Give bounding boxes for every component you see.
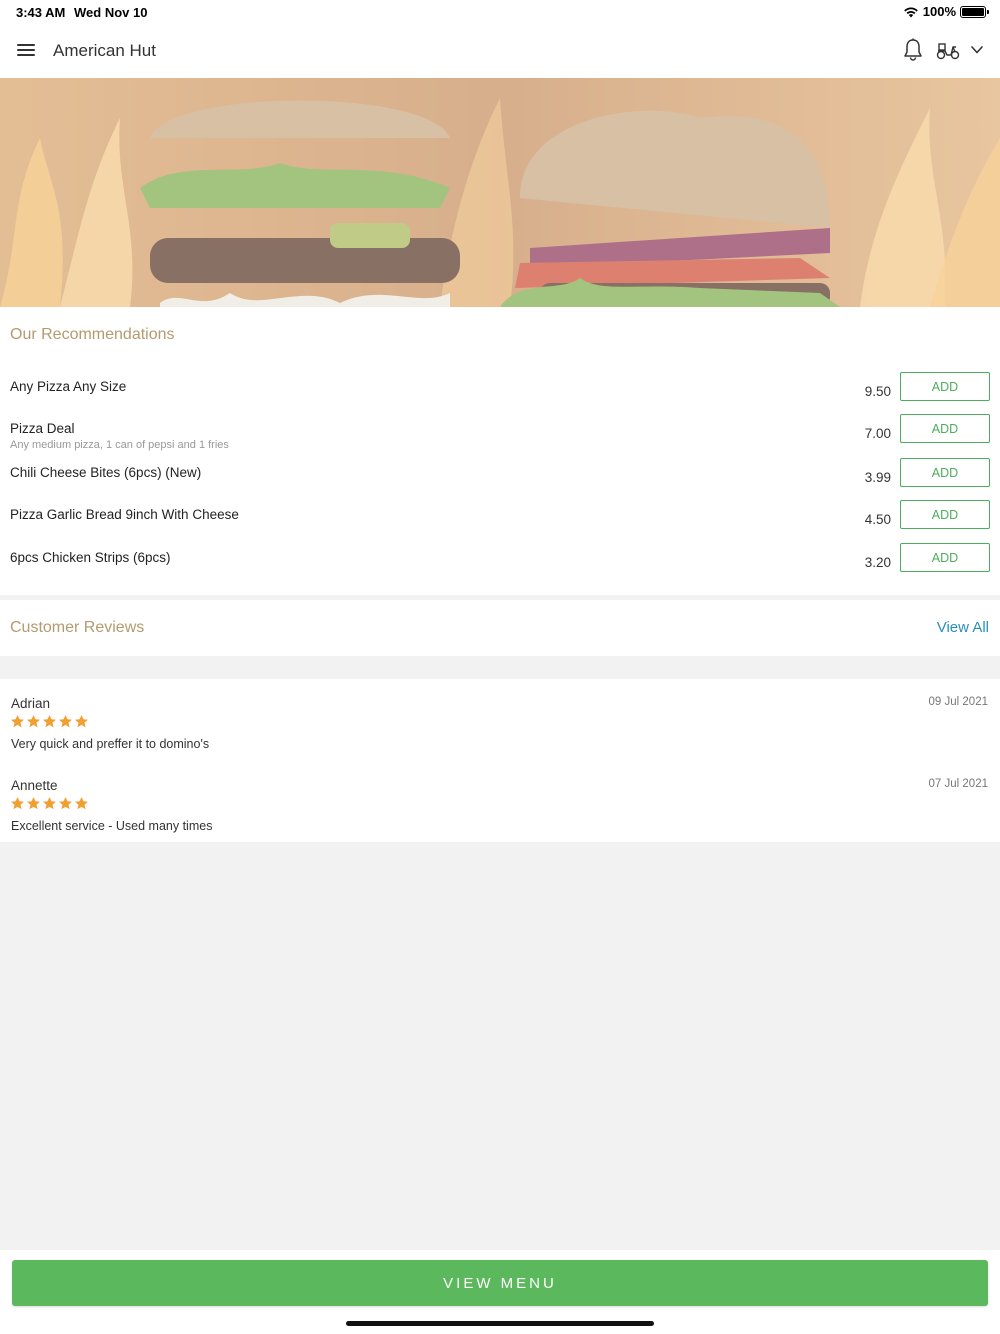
chevron-down-icon[interactable] [968,42,986,58]
item-name: Pizza Deal [10,421,75,436]
app-header: American Hut [0,24,1000,78]
review-date: 07 Jul 2021 [928,778,988,790]
add-button[interactable]: ADD [900,458,990,487]
view-all-link[interactable]: View All [937,619,989,636]
review-item: Adrian 09 Jul 2021 Very quick and preffe… [0,685,1000,755]
scooter-icon[interactable] [935,39,961,61]
recommendation-item: 6pcs Chicken Strips (6pcs) 3.20 ADD [0,543,1000,592]
star-icon [75,715,88,728]
bell-icon[interactable] [902,38,924,62]
review-text: Excellent service - Used many times [11,819,213,833]
star-icon [43,797,56,810]
item-description: Any medium pizza, 1 can of pepsi and 1 f… [10,439,229,451]
add-button[interactable]: ADD [900,543,990,572]
reviewer-name: Annette [11,778,58,793]
item-name: Pizza Garlic Bread 9inch With Cheese [10,507,239,522]
star-icon [27,715,40,728]
star-icon [75,797,88,810]
status-indicators: 100% [903,4,989,19]
review-rating [10,796,89,811]
item-price: 3.20 [864,555,891,570]
battery-percent: 100% [922,4,956,19]
home-indicator [346,1321,654,1326]
recommendations-title: Our Recommendations [10,326,175,343]
star-icon [43,715,56,728]
recommendation-item: Pizza Garlic Bread 9inch With Cheese 4.5… [0,500,1000,549]
recommendation-item: Chili Cheese Bites (6pcs) (New) 3.99 ADD [0,458,1000,507]
item-price: 4.50 [864,512,891,527]
review-item: Annette 07 Jul 2021 Excellent service - … [0,767,1000,837]
item-name: Any Pizza Any Size [10,379,127,394]
restaurant-banner-image [0,78,1000,307]
star-icon [11,797,24,810]
item-name: Chili Cheese Bites (6pcs) (New) [10,465,202,480]
star-icon [59,715,72,728]
battery-icon [960,5,989,18]
reviewer-name: Adrian [11,696,51,711]
item-price: 3.99 [864,470,891,485]
status-bar: 3:43 AM Wed Nov 10 100% [0,0,1000,24]
reviews-list: Adrian 09 Jul 2021 Very quick and preffe… [0,679,1000,842]
wifi-icon [903,6,918,17]
reviews-header: Customer Reviews View All [0,600,1000,656]
view-menu-button[interactable]: VIEW MENU [12,1260,988,1306]
review-date: 09 Jul 2021 [928,696,988,708]
restaurant-title: American Hut [53,41,156,60]
star-icon [27,797,40,810]
status-time: 3:43 AM [16,5,66,20]
star-icon [59,797,72,810]
add-button[interactable]: ADD [900,372,990,401]
item-name: 6pcs Chicken Strips (6pcs) [10,550,171,565]
add-button[interactable]: ADD [900,500,990,529]
recommendation-item: Any Pizza Any Size 9.50 ADD [0,372,1000,421]
review-text: Very quick and preffer it to domino's [11,737,210,751]
reviews-title: Customer Reviews [10,619,145,636]
review-rating [10,714,89,729]
status-date: Wed Nov 10 [74,5,148,20]
recommendations-section: Our Recommendations Any Pizza Any Size 9… [0,307,1000,595]
star-icon [11,715,24,728]
menu-icon[interactable] [16,41,38,59]
item-price: 7.00 [864,426,891,441]
item-price: 9.50 [864,384,891,399]
recommendation-item: Pizza Deal Any medium pizza, 1 can of pe… [0,414,1000,463]
add-button[interactable]: ADD [900,414,990,443]
